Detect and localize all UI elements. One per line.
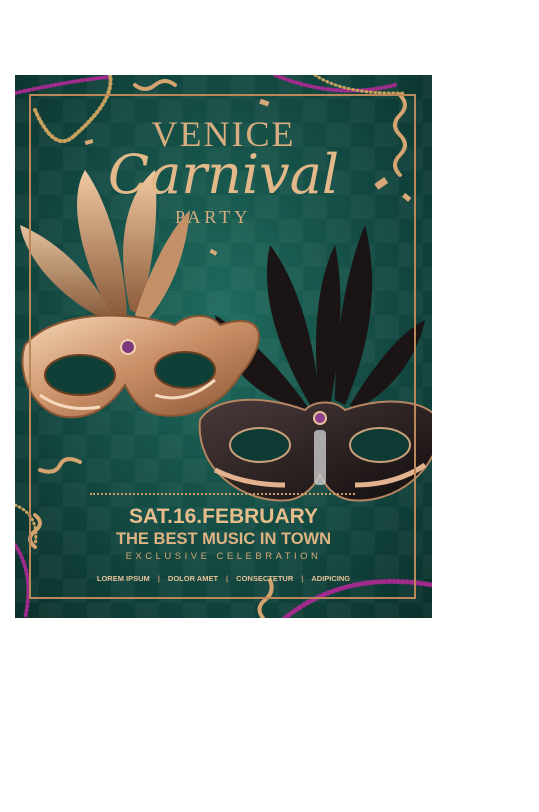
footer-item: DOLOR AMET: [167, 574, 219, 583]
tagline: THE BEST MUSIC IN TOWN: [115, 530, 332, 548]
footer-item: ADIPICING: [311, 574, 351, 583]
footer-line: LOREM IPSUM | DOLOR AMET | CONSECTETUR |…: [15, 574, 432, 583]
carnival-poster: VENICE Carnival PARTY SAT.16.FEBRUARY TH…: [15, 75, 432, 618]
title-party: PARTY: [175, 207, 252, 227]
title-carnival: Carnival: [107, 143, 340, 206]
event-date: SAT.16.FEBRUARY: [128, 505, 319, 528]
footer-item: CONSECTETUR: [236, 574, 294, 583]
footer-separator: |: [226, 574, 229, 583]
footer-item: LOREM IPSUM: [96, 574, 150, 583]
dotted-divider: [90, 493, 355, 495]
subline: EXCLUSIVE CELEBRATION: [125, 551, 322, 562]
footer-separator: |: [157, 574, 160, 583]
footer-separator: |: [301, 574, 304, 583]
